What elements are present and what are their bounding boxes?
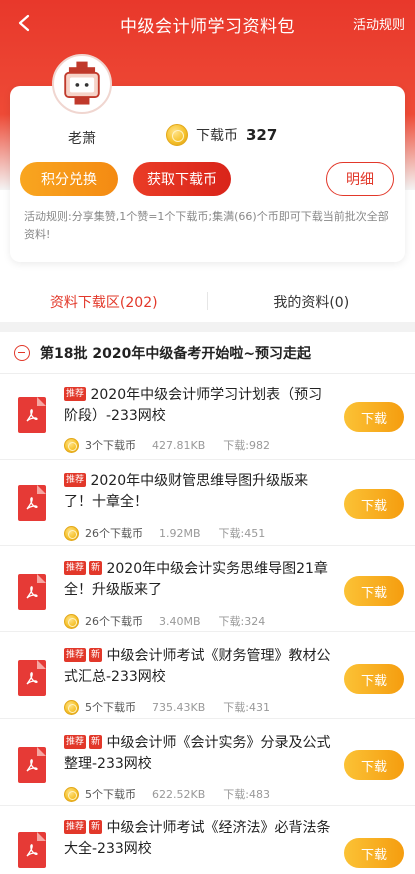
pdf-file-icon (18, 397, 46, 433)
tab-divider (207, 292, 208, 310)
download-button[interactable]: 下载 (344, 576, 404, 606)
new-badge: 新 (89, 561, 103, 575)
item-coins: 5个下载币 (85, 701, 136, 714)
item-meta: 5个下载币 622.52KB 下载:483 (64, 786, 270, 802)
list-item[interactable]: 推荐 2020年中级会计师学习计划表（预习阶段）-233网校 3个下载币 427… (0, 375, 415, 460)
item-title: 推荐新 2020年中级会计实务思维导图21章全！升级版来了 (64, 559, 336, 601)
section-header[interactable]: 第18批 2020年中级备考开始啦~预习走起 (0, 332, 415, 374)
username: 老萧 (68, 131, 96, 147)
item-meta: 26个下载币 1.92MB 下载:451 (64, 525, 265, 541)
item-title-text: 2020年中级会计师学习计划表（预习阶段）-233网校 (64, 387, 323, 424)
new-badge: 新 (89, 735, 103, 749)
item-size: 622.52KB (152, 787, 206, 801)
coin-icon (64, 786, 79, 802)
item-title-text: 2020年中级会计实务思维导图21章全！升级版来了 (64, 561, 328, 598)
recommend-badge: 推荐 (64, 820, 87, 834)
item-downloads: 下载:324 (218, 615, 266, 628)
list-item[interactable]: 推荐新 中级会计师考试《经济法》必背法条大全-233网校 下载 (0, 808, 415, 874)
item-size: 1.92MB (159, 526, 201, 540)
download-button[interactable]: 下载 (344, 838, 404, 868)
coin-label: 下载币 (196, 128, 238, 144)
coin-icon (64, 525, 79, 541)
detail-button[interactable]: 明细 (326, 162, 394, 196)
item-title: 推荐新 中级会计师《会计实务》分录及公式整理-233网校 (64, 733, 336, 775)
item-meta: 5个下载币 735.43KB 下载:431 (64, 699, 270, 715)
recommend-badge: 推荐 (64, 561, 87, 575)
pdf-file-icon (18, 574, 46, 610)
item-downloads: 下载:431 (223, 701, 270, 714)
new-badge: 新 (89, 648, 103, 662)
download-button[interactable]: 下载 (344, 750, 404, 780)
list-item[interactable]: 推荐 2020年中级财管思维导图升级版来了！十章全！ 26个下载币 1.92MB… (0, 461, 415, 546)
divider (0, 322, 415, 332)
item-title: 推荐新 中级会计师考试《经济法》必背法条大全-233网校 (64, 818, 336, 860)
item-downloads: 下载:483 (223, 788, 270, 801)
item-coins: 26个下载币 (85, 615, 143, 628)
download-button[interactable]: 下载 (344, 489, 404, 519)
pdf-file-icon (18, 747, 46, 783)
list-item[interactable]: 推荐新 2020年中级会计实务思维导图21章全！升级版来了 26个下载币 3.4… (0, 547, 415, 632)
item-downloads: 下载:451 (218, 527, 266, 540)
download-button[interactable]: 下载 (344, 664, 404, 694)
back-icon[interactable] (10, 8, 40, 38)
item-coins: 5个下载币 (85, 788, 136, 801)
avatar (52, 54, 112, 114)
item-title-text: 中级会计师考试《财务管理》教材公式汇总-233网校 (64, 648, 331, 685)
page-title: 中级会计师学习资料包 (120, 16, 295, 37)
section-title: 第18批 2020年中级备考开始啦~预习走起 (40, 345, 312, 362)
tab-downloads[interactable]: 资料下载区(202) (0, 282, 208, 328)
item-meta: 3个下载币 427.81KB 下载:982 (64, 437, 270, 453)
pdf-file-icon (18, 485, 46, 521)
top-bar: 中级会计师学习资料包 活动规则 (0, 0, 415, 48)
download-button[interactable]: 下载 (344, 402, 404, 432)
activity-rules-link[interactable]: 活动规则 (353, 14, 405, 33)
recommend-badge: 推荐 (64, 735, 87, 749)
new-badge: 新 (89, 820, 103, 834)
coin-icon (166, 124, 188, 146)
item-meta: 26个下载币 3.40MB 下载:324 (64, 613, 265, 629)
item-title-text: 中级会计师《会计实务》分录及公式整理-233网校 (64, 735, 331, 772)
list-item[interactable]: 推荐新 中级会计师《会计实务》分录及公式整理-233网校 5个下载币 622.5… (0, 721, 415, 806)
list-item[interactable]: 推荐新 中级会计师考试《财务管理》教材公式汇总-233网校 5个下载币 735.… (0, 634, 415, 719)
collapse-icon[interactable] (14, 344, 30, 361)
item-title: 推荐 2020年中级财管思维导图升级版来了！十章全！ (64, 471, 336, 513)
item-title: 推荐新 中级会计师考试《财务管理》教材公式汇总-233网校 (64, 646, 336, 688)
item-size: 735.43KB (152, 700, 206, 714)
item-coins: 26个下载币 (85, 527, 143, 540)
item-size: 3.40MB (159, 614, 201, 628)
coin-icon (64, 613, 79, 629)
rules-text: 活动规则:分享集赞,1个赞=1个下载币;集满(66)个币即可下载当前批次全部资料… (24, 210, 389, 241)
get-coins-button[interactable]: 获取下载币 (133, 162, 231, 196)
pdf-file-icon (18, 832, 46, 868)
recommend-badge: 推荐 (64, 648, 87, 662)
pdf-file-icon (18, 660, 46, 696)
coin-balance: 下载币 327 (166, 124, 277, 146)
coin-icon (64, 437, 79, 453)
item-coins: 3个下载币 (85, 439, 136, 452)
item-downloads: 下载:982 (223, 439, 270, 452)
recommend-badge: 推荐 (64, 473, 87, 487)
coin-icon (64, 699, 79, 715)
tab-my-materials[interactable]: 我的资料(0) (208, 282, 415, 322)
item-title-text: 2020年中级财管思维导图升级版来了！十章全！ (64, 473, 309, 510)
item-size: 427.81KB (152, 438, 206, 452)
coin-count: 327 (246, 126, 278, 144)
points-exchange-button[interactable]: 积分兑换 (20, 162, 118, 196)
recommend-badge: 推荐 (64, 387, 87, 401)
item-title-text: 中级会计师考试《经济法》必背法条大全-233网校 (64, 820, 331, 857)
item-title: 推荐 2020年中级会计师学习计划表（预习阶段）-233网校 (64, 385, 336, 427)
